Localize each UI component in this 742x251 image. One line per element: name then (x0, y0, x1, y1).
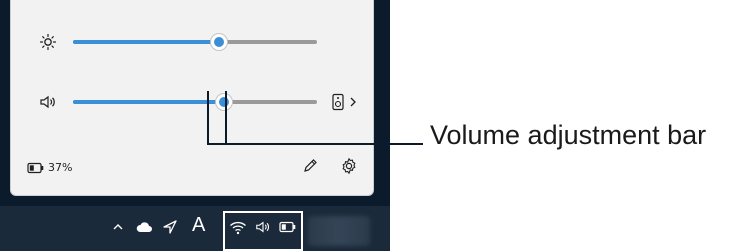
volume-slider[interactable] (73, 94, 317, 110)
pencil-icon[interactable] (301, 157, 319, 175)
callout-connector (207, 143, 223, 145)
brightness-slider-fill (73, 40, 219, 44)
cloud-icon[interactable] (135, 220, 153, 234)
chevron-right-icon[interactable] (348, 94, 358, 110)
chevron-up-icon[interactable] (111, 220, 125, 234)
volume-slider-fill (73, 100, 224, 104)
brightness-slider[interactable] (73, 34, 317, 50)
battery-status[interactable]: 37% (27, 161, 72, 174)
clock-blurred[interactable] (308, 216, 370, 246)
navigation-arrow-icon[interactable] (162, 219, 178, 235)
speaker-icon[interactable] (39, 93, 57, 111)
volume-row (39, 93, 57, 111)
keyboard-language-label[interactable]: A (192, 214, 205, 237)
brightness-row (39, 33, 57, 51)
battery-percentage: 37% (48, 161, 73, 174)
system-tray-highlight (223, 211, 303, 251)
sun-icon (39, 33, 57, 51)
speaker-device-icon[interactable] (331, 93, 345, 111)
callout-label: Volume adjustment bar (430, 120, 707, 150)
brightness-slider-thumb[interactable] (211, 34, 227, 50)
battery-icon (27, 162, 45, 174)
volume-thumb-highlight (207, 91, 227, 145)
quick-settings-panel: 37% (10, 0, 374, 196)
callout-line (225, 143, 423, 145)
gear-icon[interactable] (340, 157, 358, 175)
